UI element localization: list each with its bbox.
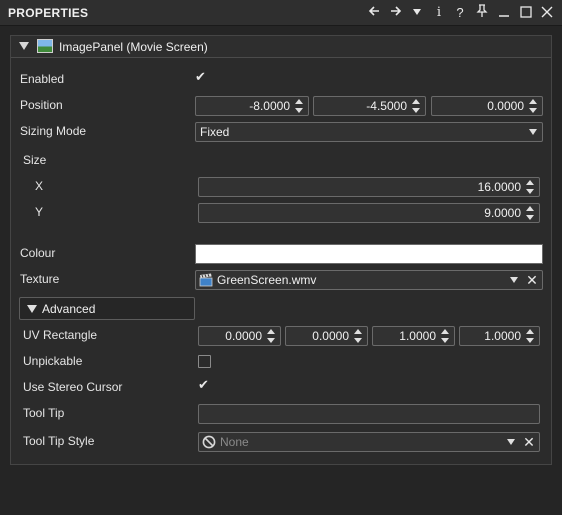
movie-clapper-icon <box>199 273 213 287</box>
unpickable-checkbox[interactable] <box>198 355 211 368</box>
uv-rectangle-label: UV Rectangle <box>23 328 98 342</box>
collapse-triangle-icon <box>27 305 37 313</box>
size-y-value: 9.0000 <box>484 206 521 220</box>
chevron-down-icon[interactable] <box>510 277 518 283</box>
pin-icon[interactable] <box>472 3 492 23</box>
use-stereo-cursor-checkbox[interactable] <box>198 378 211 394</box>
sizing-mode-label: Sizing Mode <box>20 124 87 138</box>
position-x-spinner[interactable]: -8.0000 <box>195 96 309 116</box>
texture-field[interactable]: GreenScreen.wmv ✕ <box>195 270 543 290</box>
uv-rect-u0-spinner[interactable]: 0.0000 <box>198 326 281 346</box>
panel-header[interactable]: ImagePanel (Movie Screen) <box>11 36 551 58</box>
sizing-mode-dropdown[interactable]: Fixed <box>195 122 543 142</box>
close-icon[interactable] <box>537 3 557 23</box>
spinner-arrows-icon[interactable] <box>525 329 536 343</box>
uv-rect-u1-value: 1.0000 <box>399 329 436 343</box>
spinner-arrows-icon[interactable] <box>411 99 422 113</box>
size-y-spinner[interactable]: 9.0000 <box>198 203 540 223</box>
uv-rect-u1-spinner[interactable]: 1.0000 <box>372 326 455 346</box>
spinner-arrows-icon[interactable] <box>266 329 277 343</box>
size-x-label: X <box>35 179 44 193</box>
uv-rect-v1-value: 1.0000 <box>484 329 521 343</box>
position-y-value: -4.5000 <box>366 99 407 113</box>
enabled-label: Enabled <box>20 72 65 86</box>
window-title: PROPERTIES <box>8 6 89 20</box>
arrow-right-icon[interactable] <box>386 3 406 23</box>
tool-tip-label: Tool Tip <box>23 406 65 420</box>
colour-label: Colour <box>20 246 56 260</box>
unpickable-label: Unpickable <box>23 354 83 368</box>
size-x-value: 16.0000 <box>477 180 521 194</box>
use-stereo-cursor-label: Use Stereo Cursor <box>23 380 123 394</box>
tool-tip-style-value: None <box>220 435 249 449</box>
tool-tip-input[interactable] <box>198 404 540 424</box>
texture-value: GreenScreen.wmv <box>217 273 317 287</box>
spinner-arrows-icon[interactable] <box>294 99 305 113</box>
info-icon[interactable]: i <box>429 3 449 23</box>
arrow-left-icon[interactable] <box>364 3 384 23</box>
spinner-arrows-icon[interactable] <box>440 329 451 343</box>
tool-tip-style-field[interactable]: None ✕ <box>198 432 540 452</box>
enabled-checkbox[interactable] <box>195 70 208 86</box>
advanced-label: Advanced <box>42 302 96 316</box>
uv-rect-v0-spinner[interactable]: 0.0000 <box>285 326 368 346</box>
none-icon <box>202 435 216 449</box>
chevron-down-icon[interactable] <box>529 129 537 135</box>
maximize-icon[interactable] <box>516 3 536 23</box>
image-icon <box>37 39 53 53</box>
dropdown-icon[interactable] <box>407 3 427 23</box>
position-z-value: 0.0000 <box>487 99 524 113</box>
tool-tip-style-label: Tool Tip Style <box>23 434 95 448</box>
minimize-icon[interactable] <box>494 3 514 23</box>
position-y-spinner[interactable]: -4.5000 <box>313 96 426 116</box>
spinner-arrows-icon[interactable] <box>525 180 536 194</box>
position-label: Position <box>20 98 63 112</box>
advanced-toggle-button[interactable]: Advanced <box>19 297 195 320</box>
spinner-arrows-icon[interactable] <box>353 329 364 343</box>
position-x-value: -8.0000 <box>249 99 290 113</box>
help-icon[interactable]: ? <box>450 3 470 23</box>
clear-texture-icon[interactable]: ✕ <box>524 272 540 288</box>
spinner-arrows-icon[interactable] <box>528 99 539 113</box>
collapse-triangle-icon[interactable] <box>19 42 29 50</box>
uv-rect-v1-spinner[interactable]: 1.0000 <box>459 326 540 346</box>
position-z-spinner[interactable]: 0.0000 <box>431 96 543 116</box>
spinner-arrows-icon[interactable] <box>525 206 536 220</box>
clear-tool-tip-style-icon[interactable]: ✕ <box>521 434 537 450</box>
size-y-label: Y <box>35 205 44 219</box>
uv-rect-u0-value: 0.0000 <box>225 329 262 343</box>
chevron-down-icon[interactable] <box>507 439 515 445</box>
uv-rect-v0-value: 0.0000 <box>312 329 349 343</box>
texture-label: Texture <box>20 272 60 286</box>
title-bar: PROPERTIES i ? <box>0 0 562 26</box>
sizing-mode-value: Fixed <box>200 125 230 139</box>
panel-title: ImagePanel (Movie Screen) <box>59 40 208 54</box>
size-label: Size <box>23 153 47 167</box>
colour-swatch[interactable] <box>195 244 543 264</box>
size-x-spinner[interactable]: 16.0000 <box>198 177 540 197</box>
